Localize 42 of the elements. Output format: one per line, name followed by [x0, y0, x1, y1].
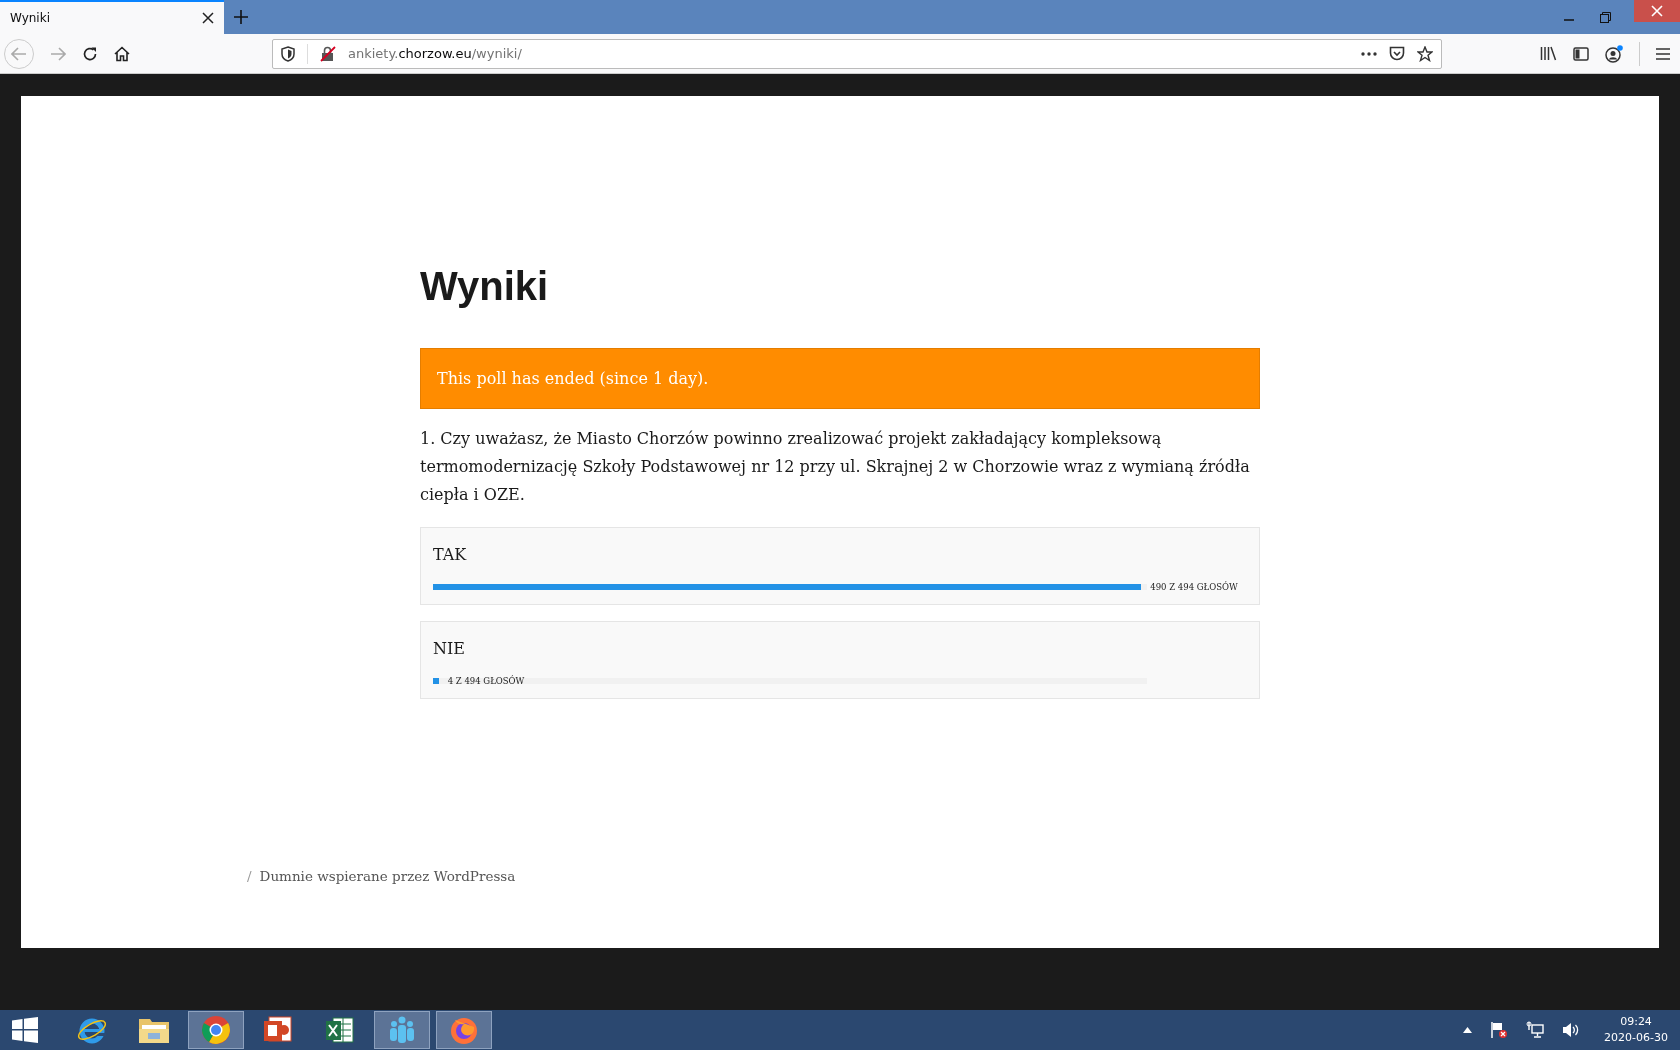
home-icon[interactable] — [114, 45, 130, 62]
window-close-button[interactable] — [1634, 0, 1680, 22]
library-icon[interactable] — [1540, 46, 1557, 61]
answer-label: TAK — [433, 545, 468, 564]
browser-tab[interactable]: Wyniki — [0, 0, 224, 34]
taskbar-clock[interactable]: 09:24 2020-06-30 — [1604, 1014, 1668, 1046]
more-icon[interactable] — [1361, 51, 1377, 56]
vote-count: 4 Z 494 GŁOSÓW — [447, 674, 525, 688]
speaker-icon[interactable] — [1562, 1022, 1581, 1038]
network-icon[interactable] — [1526, 1021, 1545, 1039]
people-icon — [387, 1015, 417, 1045]
address-bar[interactable]: ankiety.chorzow.eu/wyniki/ — [272, 38, 1442, 69]
spreadsheet-app-icon — [325, 1015, 355, 1045]
new-tab-icon[interactable] — [234, 10, 248, 24]
firefox-logo-icon — [449, 1015, 479, 1045]
shield-icon[interactable] — [281, 45, 295, 62]
poll-ended-notice: This poll has ended (since 1 day). — [420, 348, 1260, 409]
footer-credit-link[interactable]: Dumnie wspierane przez WordPressa — [259, 868, 516, 884]
back-arrow-icon — [11, 46, 27, 61]
close-icon[interactable] — [202, 12, 214, 24]
poll-question: 1. Czy uważasz, że Miasto Chorzów powinno zrealizować projekt zakładający kompleksową termomodernizację Szkoły Podstawowej nr 12 przy ul. Skrajnej 2 w Chorzowie wraz z wymianą źródła ciepła i OZE. — [420, 428, 1251, 506]
chrome-logo-icon — [201, 1015, 231, 1045]
show-hidden-icons-icon[interactable] — [1463, 1027, 1473, 1033]
menu-icon[interactable] — [1656, 47, 1670, 60]
insecure-lock-icon[interactable] — [320, 45, 336, 62]
clock-date: 2020-06-30 — [1604, 1030, 1668, 1046]
presentation-app-icon — [263, 1015, 293, 1045]
windows-start-icon[interactable] — [12, 1017, 38, 1043]
reload-icon[interactable] — [82, 45, 98, 62]
answer-label: NIE — [433, 639, 466, 658]
page-title: Wyniki — [420, 264, 550, 308]
clock-time: 09:24 — [1620, 1014, 1652, 1030]
pocket-icon[interactable] — [1389, 46, 1405, 61]
separator-text: / — [247, 868, 252, 884]
url-text: ankiety.chorzow.eu/wyniki/ — [348, 46, 522, 61]
account-icon[interactable] — [1605, 44, 1623, 63]
close-icon — [1651, 5, 1663, 17]
restore-icon[interactable] — [1600, 11, 1611, 23]
vote-count: 490 Z 494 GŁOSÓW — [1150, 580, 1238, 594]
sidebar-icon[interactable] — [1573, 46, 1589, 61]
flag-icon[interactable] — [1490, 1021, 1509, 1039]
star-icon[interactable] — [1417, 45, 1433, 62]
